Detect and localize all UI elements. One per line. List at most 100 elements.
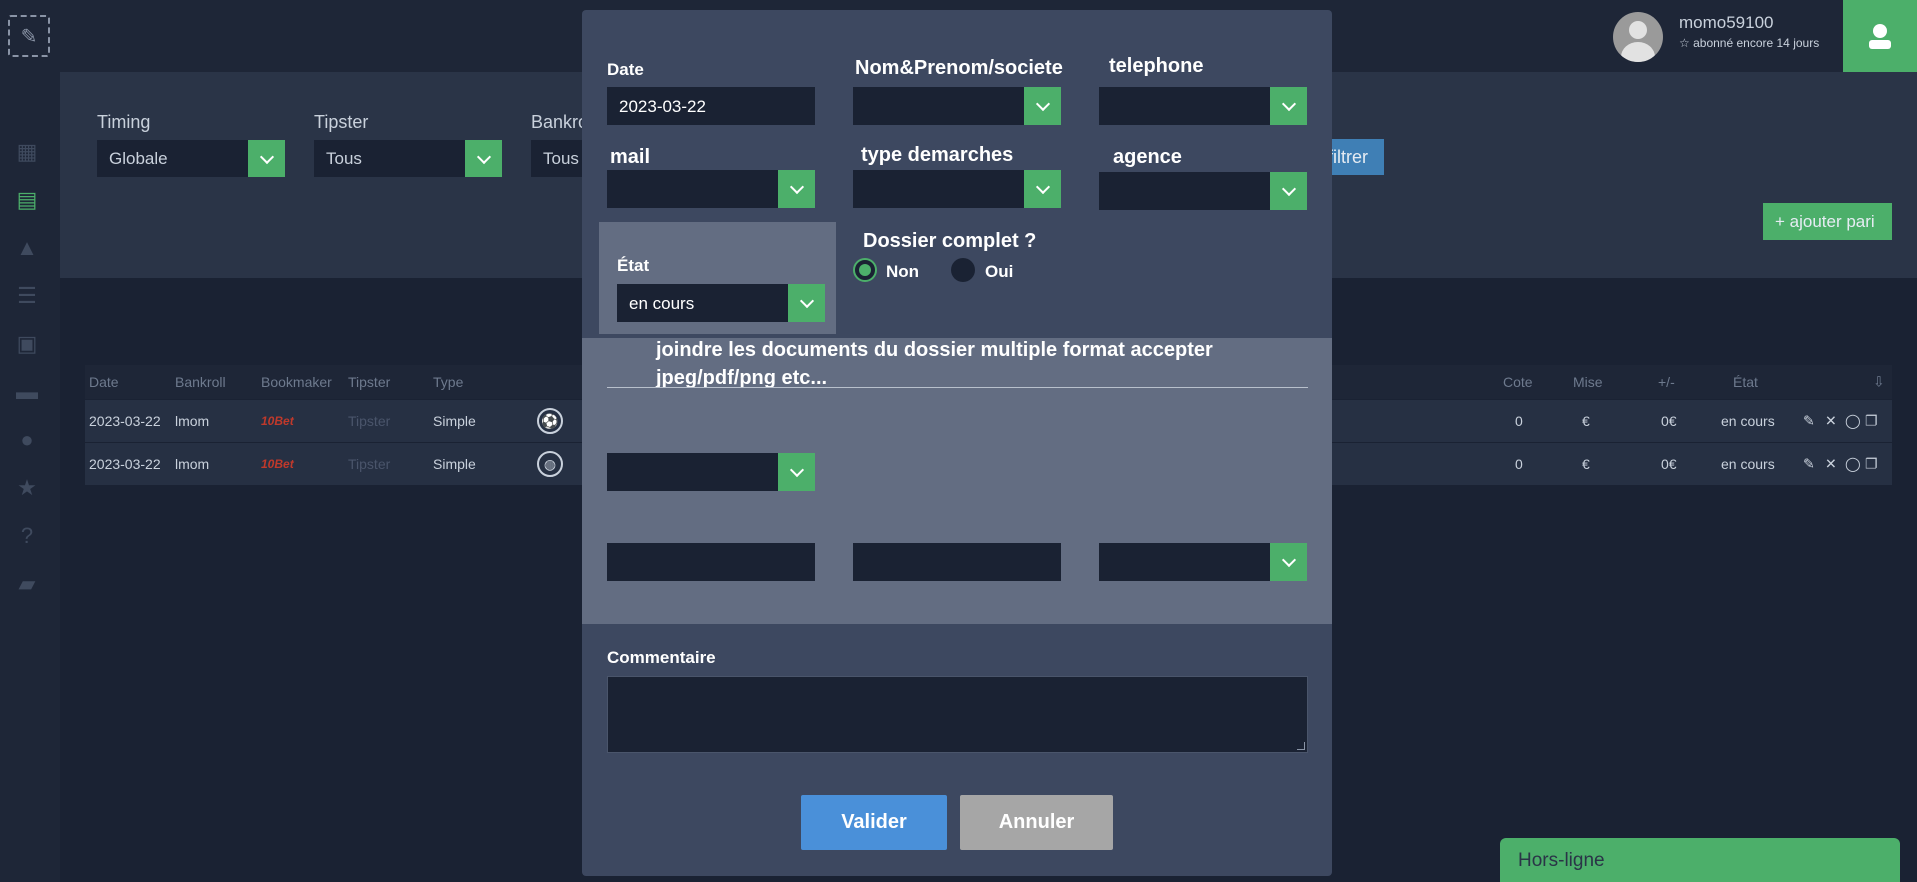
col-bookmaker[interactable]: Bookmaker <box>261 374 332 390</box>
mail-label: mail <box>610 146 651 168</box>
etat-value: en cours <box>629 294 695 313</box>
row-date: 2023-03-22 <box>89 456 161 472</box>
row-mise: € <box>1582 456 1590 472</box>
row-bankroll: lmom <box>175 456 210 472</box>
col-cote[interactable]: Cote <box>1503 374 1533 390</box>
etat-box: État en cours <box>599 222 836 334</box>
username: momo59100 <box>1679 13 1774 32</box>
row-etat: en cours <box>1721 413 1775 429</box>
user-icon[interactable]: ● <box>13 426 41 454</box>
edit-icon[interactable]: ✎ <box>1803 413 1815 430</box>
row-tipster: Tipster <box>348 413 391 429</box>
bets-list-icon[interactable]: ▤ <box>13 186 41 214</box>
agence-select[interactable] <box>1099 172 1307 210</box>
toolbox-icon[interactable]: ▬ <box>13 378 41 406</box>
phone-label: telephone <box>1109 55 1204 77</box>
help-icon[interactable]: ? <box>13 522 41 550</box>
stats-icon[interactable]: ▲ <box>13 234 41 262</box>
phone-select[interactable] <box>1099 87 1307 125</box>
chevron-down-icon <box>1024 170 1061 208</box>
col-etat[interactable]: État <box>1733 374 1758 390</box>
avatar[interactable] <box>1613 12 1663 62</box>
chevron-down-icon <box>778 453 815 491</box>
comment-icon[interactable]: ◯ <box>1845 456 1861 473</box>
star-outline-icon: ☆ <box>1679 36 1690 50</box>
person-icon <box>1869 24 1891 49</box>
date-input[interactable]: 2023-03-22 <box>607 87 815 125</box>
col-type[interactable]: Type <box>433 374 463 390</box>
basketball-icon: ◍ <box>537 451 563 477</box>
dossier-modal: Date 2023-03-22 Nom&Prenom/societe telep… <box>582 10 1332 876</box>
bankroll-label: Bankro <box>531 112 589 132</box>
delete-icon[interactable]: ✕ <box>1825 456 1837 473</box>
row-etat: en cours <box>1721 456 1775 472</box>
chevron-down-icon <box>248 140 285 177</box>
calendar-icon[interactable]: ▦ <box>13 138 41 166</box>
export-icon[interactable]: ⇩ <box>1873 374 1885 391</box>
extra-input-2[interactable] <box>853 543 1061 581</box>
valider-button[interactable]: Valider <box>801 795 947 850</box>
tipster-value: Tous <box>326 149 362 168</box>
col-bankroll[interactable]: Bankroll <box>175 374 226 390</box>
list-icon[interactable]: ☰ <box>13 282 41 310</box>
calculator-icon[interactable]: ▣ <box>13 330 41 358</box>
col-date[interactable]: Date <box>89 374 119 390</box>
comment-icon[interactable]: ◯ <box>1845 413 1861 430</box>
star-icon[interactable]: ★ <box>13 474 41 502</box>
chevron-down-icon <box>778 170 815 208</box>
timing-select[interactable]: Globale <box>97 140 285 177</box>
add-bet-button[interactable]: + ajouter pari <box>1763 203 1892 240</box>
radio-oui-label: Oui <box>985 262 1014 281</box>
row-cote: 0 <box>1515 456 1523 472</box>
bookmaker-logo: 10Bet <box>261 457 294 471</box>
row-type: Simple <box>433 456 476 472</box>
extra-input-1[interactable] <box>607 543 815 581</box>
delete-icon[interactable]: ✕ <box>1825 413 1837 430</box>
join-documents-text: joindre les documents du dossier multipl… <box>656 339 1213 389</box>
extra-select[interactable] <box>1099 543 1307 581</box>
football-icon: ⚽ <box>537 408 563 434</box>
col-mise[interactable]: Mise <box>1573 374 1603 390</box>
row-type: Simple <box>433 413 476 429</box>
bankroll-value: Tous <box>543 149 579 168</box>
name-select[interactable] <box>853 87 1061 125</box>
edit-icon[interactable]: ✎ <box>1803 456 1815 473</box>
chevron-down-icon <box>1270 172 1307 210</box>
comment-label: Commentaire <box>607 648 716 667</box>
etat-select[interactable]: en cours <box>617 284 825 322</box>
agence-label: agence <box>1113 146 1182 168</box>
annuler-button[interactable]: Annuler <box>960 795 1113 850</box>
dossier-label: Dossier complet ? <box>863 230 1037 252</box>
subscription-text: abonné encore 14 jours <box>1693 36 1820 50</box>
comment-textarea[interactable] <box>607 676 1308 753</box>
document-select[interactable] <box>607 453 815 491</box>
lock-icon[interactable]: ▰ <box>13 570 41 598</box>
tipster-label: Tipster <box>314 112 369 132</box>
row-cote: 0 <box>1515 413 1523 429</box>
logo-icon[interactable]: ✎ <box>8 15 50 57</box>
row-date: 2023-03-22 <box>89 413 161 429</box>
radio-oui[interactable] <box>951 258 975 282</box>
chevron-down-icon <box>788 284 825 322</box>
chevron-down-icon <box>1270 543 1307 581</box>
timing-label: Timing <box>97 112 151 132</box>
subscription-status: ☆ abonné encore 14 jours <box>1679 36 1819 50</box>
row-pl: 0€ <box>1661 456 1677 472</box>
chevron-down-icon <box>1024 87 1061 125</box>
date-label: Date <box>607 60 644 79</box>
col-plusminus[interactable]: +/- <box>1658 374 1675 390</box>
col-tipster[interactable]: Tipster <box>348 374 390 390</box>
divider <box>607 387 1308 388</box>
radio-non[interactable] <box>853 258 877 282</box>
row-pl: 0€ <box>1661 413 1677 429</box>
tipster-select[interactable]: Tous <box>314 140 502 177</box>
resize-handle-icon[interactable] <box>1297 742 1305 750</box>
row-mise: € <box>1582 413 1590 429</box>
offline-chat-bar[interactable]: Hors-ligne <box>1500 838 1900 882</box>
mail-select[interactable] <box>607 170 815 208</box>
user-menu-button[interactable] <box>1843 0 1917 72</box>
copy-icon[interactable]: ❐ <box>1865 413 1878 430</box>
timing-value: Globale <box>109 149 168 168</box>
demarches-select[interactable] <box>853 170 1061 208</box>
copy-icon[interactable]: ❐ <box>1865 456 1878 473</box>
